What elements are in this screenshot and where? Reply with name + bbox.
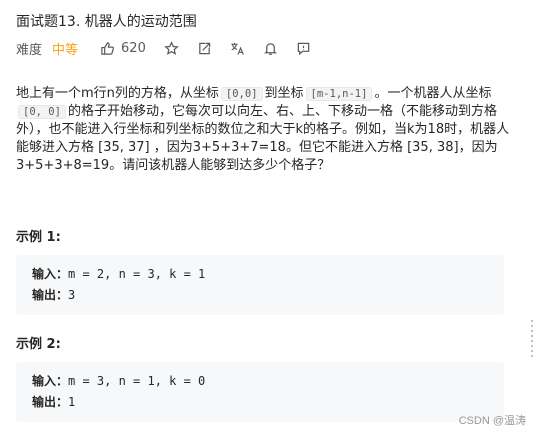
description-text: 。一个机器人从坐标 bbox=[374, 86, 492, 101]
description-text: 到坐标 bbox=[264, 86, 304, 101]
input-label: 输入： bbox=[32, 267, 69, 281]
input-value: m = 3, n = 1, k = 0 bbox=[68, 374, 206, 388]
input-label: 输入： bbox=[32, 374, 69, 388]
output-label: 输出： bbox=[32, 395, 69, 409]
scrollbar-handle[interactable] bbox=[531, 320, 533, 360]
share-button[interactable] bbox=[197, 41, 212, 56]
description-text: 的格子开始移动，它每次可以向左、右、上、下移动一格（不能移动到方格外），也不能进… bbox=[16, 104, 510, 173]
watermark: CSDN @温涛 bbox=[458, 415, 526, 427]
feedback-icon bbox=[297, 42, 310, 55]
input-value: m = 2, n = 3, k = 1 bbox=[68, 267, 206, 281]
difficulty-label: 难度 bbox=[16, 42, 43, 58]
like-count: 620 bbox=[121, 40, 146, 56]
example-output-line: 输出：1 bbox=[32, 392, 504, 413]
output-value: 3 bbox=[68, 288, 76, 302]
example-1-title: 示例 1: bbox=[16, 230, 61, 245]
output-label: 输出： bbox=[32, 288, 69, 302]
code-inline: [0,0] bbox=[220, 87, 263, 101]
example-1-box: 输入：m = 2, n = 3, k = 1 输出：3 bbox=[16, 255, 504, 315]
translate-icon bbox=[231, 42, 244, 55]
example-2-box: 输入：m = 3, n = 1, k = 0 输出：1 bbox=[16, 362, 504, 422]
example-input-line: 输入：m = 2, n = 3, k = 1 bbox=[32, 264, 504, 285]
bell-icon bbox=[263, 42, 277, 55]
code-inline: [0, 0] bbox=[18, 105, 66, 119]
description-text: 地上有一个m行n列的方格，从坐标 bbox=[16, 86, 219, 101]
problem-description: 地上有一个m行n列的方格，从坐标 [0,0] 到坐标 [m-1,n-1] 。一个机器人从… bbox=[16, 85, 516, 175]
favorite-button[interactable] bbox=[164, 40, 179, 56]
star-icon bbox=[164, 40, 179, 55]
thumbs-up-icon bbox=[101, 41, 115, 55]
like-button[interactable]: 620 bbox=[100, 41, 146, 56]
feedback-button[interactable] bbox=[296, 41, 311, 56]
example-input-line: 输入：m = 3, n = 1, k = 0 bbox=[32, 371, 504, 392]
code-inline: [m-1,n-1] bbox=[305, 87, 373, 101]
problem-toolbar: 难度 中等 620 bbox=[16, 38, 329, 58]
share-icon bbox=[199, 42, 211, 54]
example-output-line: 输出：3 bbox=[32, 285, 504, 306]
example-2-title: 示例 2: bbox=[16, 337, 61, 352]
problem-title: 面试题13. 机器人的运动范围 bbox=[16, 14, 197, 30]
translate-button[interactable] bbox=[230, 41, 245, 56]
output-value: 1 bbox=[68, 395, 76, 409]
difficulty-badge: 中等 bbox=[52, 42, 79, 58]
subscribe-button[interactable] bbox=[263, 41, 278, 56]
